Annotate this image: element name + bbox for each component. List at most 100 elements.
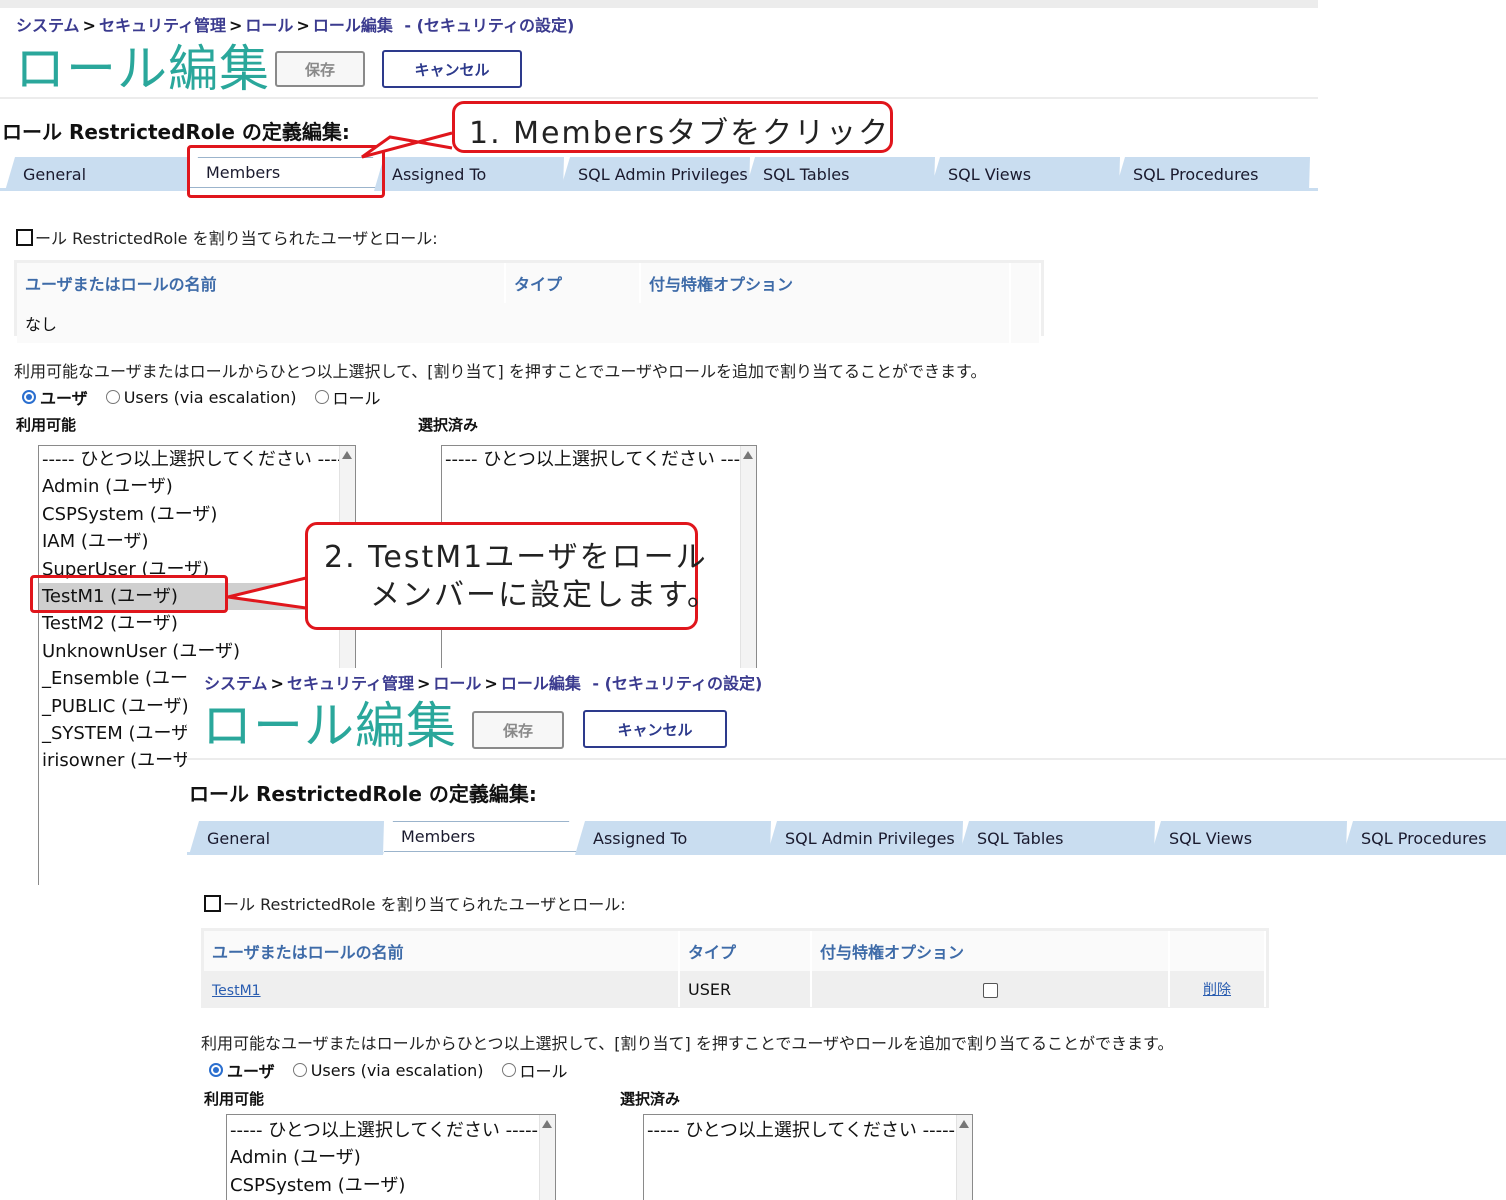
tab-general[interactable]: General <box>189 821 384 855</box>
callout-step2-line2: メンバーに設定します。 <box>370 578 719 613</box>
breadcrumb-system[interactable]: システム <box>16 16 80 35</box>
list-option[interactable]: Admin (ユーザ) <box>227 1144 555 1171</box>
col-header-name[interactable]: ユーザまたはロールの名前 <box>204 931 680 971</box>
member-name-cell: TestM1 <box>204 971 680 1007</box>
tab-sql-views[interactable]: SQL Views <box>1151 821 1347 855</box>
scroll-up-icon[interactable] <box>342 451 352 459</box>
scroll-up-icon[interactable] <box>743 451 753 459</box>
col-header-name[interactable]: ユーザまたはロールの名前 <box>17 263 506 303</box>
table-empty-cell: なし <box>17 303 1011 343</box>
scroll-up-icon[interactable] <box>959 1120 969 1128</box>
scrollbar[interactable] <box>539 1115 555 1200</box>
cancel-button[interactable]: キャンセル <box>583 710 727 748</box>
col-header-grant[interactable]: 付与特権オプション <box>811 931 1170 971</box>
breadcrumb-security[interactable]: セキュリティ管理 <box>99 16 226 35</box>
radio-off-icon <box>292 1063 307 1077</box>
tab-assigned-to[interactable]: Assigned To <box>575 821 771 855</box>
list-option[interactable]: ----- ひとつ以上選択してください ----- <box>39 446 355 473</box>
available-list[interactable]: ----- ひとつ以上選択してください ----- Admin (ユーザ) CSPS… <box>226 1114 556 1200</box>
cancel-button[interactable]: キャンセル <box>382 50 522 88</box>
breadcrumb: システム > セキュリティ管理 > ロール > ロール編集 - (セキュリティの設定) <box>16 16 575 35</box>
radio-off-icon <box>314 390 329 404</box>
info-text: 利用可能なユーザまたはロールからひとつ以上選択して、[割り当て] を押すことでユ… <box>14 362 987 381</box>
tab-assigned-to[interactable]: Assigned To <box>374 157 564 191</box>
delete-link[interactable]: 削除 <box>1203 982 1231 998</box>
list-option[interactable]: UnknownUser (ユーザ) <box>39 638 355 665</box>
members-caption: ール RestrictedRole を割り当てられたユーザとロール: <box>204 891 626 915</box>
list-option[interactable]: ----- ひとつ以上選択してください ----- <box>442 446 756 473</box>
scrollbar[interactable] <box>956 1115 972 1200</box>
breadcrumb-security[interactable]: セキュリティ管理 <box>287 674 414 693</box>
selected-list[interactable]: ----- ひとつ以上選択してください ----- <box>643 1114 973 1200</box>
col-header-type[interactable]: タイプ <box>679 931 812 971</box>
header-divider <box>187 758 1506 760</box>
tab-sql-views[interactable]: SQL Views <box>930 157 1120 191</box>
tab-sql-admin-privileges[interactable]: SQL Admin Privileges <box>767 821 963 855</box>
selected-label: 選択済み <box>418 416 479 434</box>
callout-step2-line1: 2. TestM1ユーザをロール <box>324 540 708 575</box>
members-tab-highlight <box>187 145 385 198</box>
radio-user[interactable]: ユーザ <box>209 1058 275 1082</box>
radio-user[interactable]: ユーザ <box>22 385 88 409</box>
list-option[interactable]: ----- ひとつ以上選択してください ----- <box>227 1117 555 1144</box>
selected-label: 選択済み <box>620 1090 681 1108</box>
breadcrumb-role-edit[interactable]: ロール編集 <box>501 674 581 693</box>
member-type-radios: ユーザ Users (via escalation) ロール <box>209 1058 568 1082</box>
callout-step1: 1. Membersタブをクリック <box>452 101 893 153</box>
radio-role[interactable]: ロール <box>501 1058 568 1082</box>
testm1-highlight <box>30 575 228 613</box>
available-label: 利用可能 <box>16 416 77 434</box>
tab-sql-procedures[interactable]: SQL Procedures <box>1343 821 1506 855</box>
tab-sql-admin-privileges[interactable]: SQL Admin Privileges <box>560 157 750 191</box>
members-table: ユーザまたはロールの名前 タイプ 付与特権オプション なし <box>14 260 1044 343</box>
radio-off-icon <box>501 1063 516 1077</box>
tab-sql-procedures[interactable]: SQL Procedures <box>1115 157 1310 191</box>
breadcrumb-suffix: - (セキュリティの設定) <box>404 16 575 35</box>
members-table: ユーザまたはロールの名前 タイプ 付与特権オプション TestM1 USER 削… <box>201 928 1269 1008</box>
breadcrumb-role[interactable]: ロール <box>245 16 293 35</box>
breadcrumb-role-edit[interactable]: ロール編集 <box>313 16 393 35</box>
grant-option-cell <box>811 971 1170 1007</box>
radio-off-icon <box>105 390 120 404</box>
tab-bar: General Members Assigned To SQL Admin Pr… <box>187 821 1506 855</box>
tab-members[interactable]: Members <box>383 821 579 855</box>
save-button[interactable]: 保存 <box>472 711 564 749</box>
list-option[interactable]: Admin (ユーザ) <box>39 473 355 500</box>
breadcrumb-role[interactable]: ロール <box>433 674 481 693</box>
tab-sql-tables[interactable]: SQL Tables <box>745 157 935 191</box>
screenshot-after: システム > セキュリティ管理 > ロール > ロール編集 - (セキュリティの設定) ロー… <box>187 668 1506 1200</box>
table-row: TestM1 USER 削除 <box>204 971 1266 1007</box>
save-button[interactable]: 保存 <box>275 51 365 87</box>
tab-sql-tables[interactable]: SQL Tables <box>959 821 1155 855</box>
members-caption: ール RestrictedRole を割り当てられたユーザとロール: <box>16 225 438 249</box>
breadcrumb-suffix: - (セキュリティの設定) <box>592 674 763 693</box>
member-type-radios: ユーザ Users (via escalation) ロール <box>22 385 381 409</box>
radio-role[interactable]: ロール <box>314 385 381 409</box>
list-option[interactable]: CSPSystem (ユーザ) <box>39 501 355 528</box>
section-title: ロール RestrictedRole の定義編集: <box>189 782 537 806</box>
section-title: ロール RestrictedRole の定義編集: <box>2 120 350 144</box>
tab-general[interactable]: General <box>5 157 190 191</box>
list-option[interactable]: ----- ひとつ以上選択してください ----- <box>644 1117 972 1144</box>
breadcrumb: システム > セキュリティ管理 > ロール > ロール編集 - (セキュリティの設定) <box>204 674 763 693</box>
info-text: 利用可能なユーザまたはロールからひとつ以上選択して、[割り当て] を押すことでユ… <box>201 1034 1174 1053</box>
radio-on-icon <box>209 1063 223 1077</box>
radio-users-escalation[interactable]: Users (via escalation) <box>292 1061 484 1080</box>
callout-step2: 2. TestM1ユーザをロール メンバーに設定します。 <box>305 522 719 630</box>
grant-option-checkbox[interactable] <box>982 982 998 998</box>
member-type-cell: USER <box>679 971 812 1007</box>
page-title: ロール編集 <box>15 40 270 98</box>
breadcrumb-system[interactable]: システム <box>204 674 268 693</box>
header-divider <box>0 97 1318 99</box>
radio-users-escalation[interactable]: Users (via escalation) <box>105 388 297 407</box>
scrollbar[interactable] <box>740 446 756 684</box>
scroll-up-icon[interactable] <box>542 1120 552 1128</box>
radio-on-icon <box>22 390 36 404</box>
page-title: ロール編集 <box>202 697 457 755</box>
list-option[interactable]: CSPSystem (ユーザ) <box>227 1172 555 1199</box>
col-header-type[interactable]: タイプ <box>505 263 641 303</box>
available-label: 利用可能 <box>204 1090 265 1108</box>
col-header-grant[interactable]: 付与特権オプション <box>640 263 1011 303</box>
member-link-testm1[interactable]: TestM1 <box>212 983 261 999</box>
checkbox-icon <box>16 229 33 246</box>
